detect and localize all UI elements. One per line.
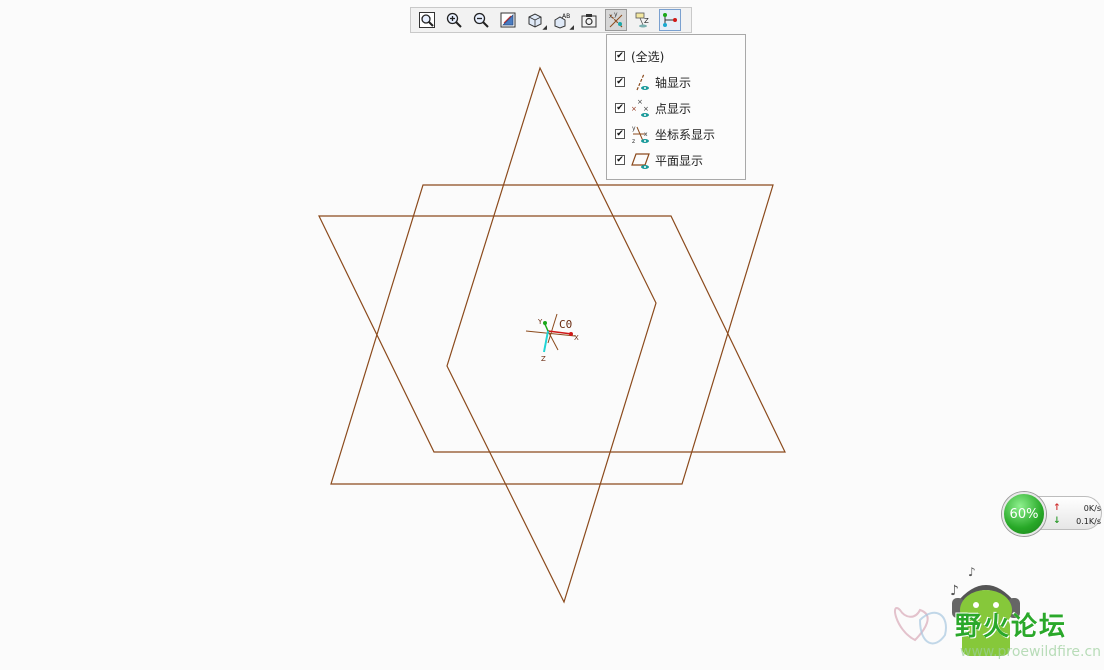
dropdown-item-plane-display[interactable]: ✔ 平面显示 <box>607 147 745 173</box>
download-speed: 0.1K/s <box>1076 517 1101 526</box>
saved-views-button[interactable]: AB ◢ <box>551 9 574 31</box>
svg-text:♪: ♪ <box>950 583 959 599</box>
repaint-button[interactable] <box>497 9 519 31</box>
zoom-fit-icon <box>419 12 435 28</box>
svg-text:y: y <box>632 125 636 132</box>
saved-views-icon: AB <box>554 13 570 29</box>
select-all-label: (全选) <box>631 49 665 64</box>
axis-display-icon <box>636 73 649 91</box>
zoom-out-icon <box>473 12 489 28</box>
coordinate-system-c0[interactable]: C0 X Y Z <box>525 313 579 363</box>
view-orientation-button[interactable]: ◢ <box>524 9 547 31</box>
spin-center-icon <box>663 13 677 27</box>
dropdown-item-csys-display[interactable]: ✔ y x z 坐标系显示 <box>607 121 745 147</box>
svg-text:Z: Z <box>644 17 649 25</box>
axis-x-label: X <box>574 334 579 342</box>
csys-display-icon: y x z <box>632 125 649 144</box>
point-display-label: 点显示 <box>655 101 692 116</box>
forum-watermark: ♪ ♪ 野火论坛 www.proewildfire.cn <box>890 560 1104 670</box>
watermark-title: 野火论坛 <box>955 612 1068 642</box>
graphics-window[interactable]: C0 X Y Z ◢ AB ◢ y Z ✔ (全选) ✔ 轴显示 ✔ × × ×… <box>0 0 1104 670</box>
dropdown-item-point-display[interactable]: ✔ × × × 点显示 <box>607 95 745 121</box>
display-style-icon <box>581 14 597 28</box>
svg-text:×: × <box>643 105 649 113</box>
plane-display-icon <box>631 153 650 169</box>
svg-text:×: × <box>637 98 643 106</box>
datum-display-filter-icon: x y <box>609 11 623 28</box>
plane-display-checkbox[interactable]: ✔ <box>615 155 625 165</box>
datum-display-filter-button[interactable]: x y <box>605 9 627 31</box>
annotation-display-button[interactable]: Z <box>632 9 654 31</box>
axis-z-label: Z <box>541 355 546 363</box>
view-orientation-icon <box>528 13 542 28</box>
select-all-checkbox[interactable]: ✔ <box>615 51 625 61</box>
memory-usage-ball[interactable]: 60% <box>1002 492 1046 536</box>
axis-display-label: 轴显示 <box>655 75 692 90</box>
axis-y-label: Y <box>537 318 543 326</box>
annotation-display-icon: Z <box>635 12 649 28</box>
network-speed-widget[interactable]: ↑ 0K/s ↓ 0.1K/s 60% <box>1000 490 1104 538</box>
zoom-in-button[interactable] <box>443 9 465 31</box>
view-toolbar: ◢ AB ◢ x y <box>410 7 692 33</box>
datum-display-dropdown: ✔ (全选) ✔ 轴显示 ✔ × × × 点显示 ✔ y x z 坐标系显示 ✔… <box>606 34 746 180</box>
svg-text:AB: AB <box>562 13 570 20</box>
zoom-in-icon <box>446 12 462 28</box>
svg-text:×: × <box>631 105 637 113</box>
display-style-button[interactable] <box>578 9 600 31</box>
dropdown-item-select-all[interactable]: ✔ (全选) <box>607 43 745 69</box>
repaint-icon <box>500 12 516 28</box>
watermark-url: www.proewildfire.cn <box>960 644 1102 660</box>
point-display-checkbox[interactable]: ✔ <box>615 103 625 113</box>
spin-center-button[interactable] <box>659 9 681 31</box>
plane-display-label: 平面显示 <box>655 153 704 168</box>
svg-text:z: z <box>632 138 635 144</box>
axis-display-checkbox[interactable]: ✔ <box>615 77 625 87</box>
svg-text:♪: ♪ <box>968 565 976 579</box>
svg-text:y: y <box>614 11 618 18</box>
datum-plane-2[interactable] <box>330 184 774 485</box>
zoom-out-button[interactable] <box>470 9 492 31</box>
memory-usage-percent: 60% <box>1009 506 1039 522</box>
csys-display-label: 坐标系显示 <box>655 127 716 142</box>
csys-label: C0 <box>559 318 572 331</box>
zoom-fit-button[interactable] <box>416 9 438 31</box>
dropdown-item-axis-display[interactable]: ✔ 轴显示 <box>607 69 745 95</box>
point-display-icon: × × × <box>631 98 649 117</box>
upload-speed: 0K/s <box>1083 504 1101 513</box>
csys-display-checkbox[interactable]: ✔ <box>615 129 625 139</box>
